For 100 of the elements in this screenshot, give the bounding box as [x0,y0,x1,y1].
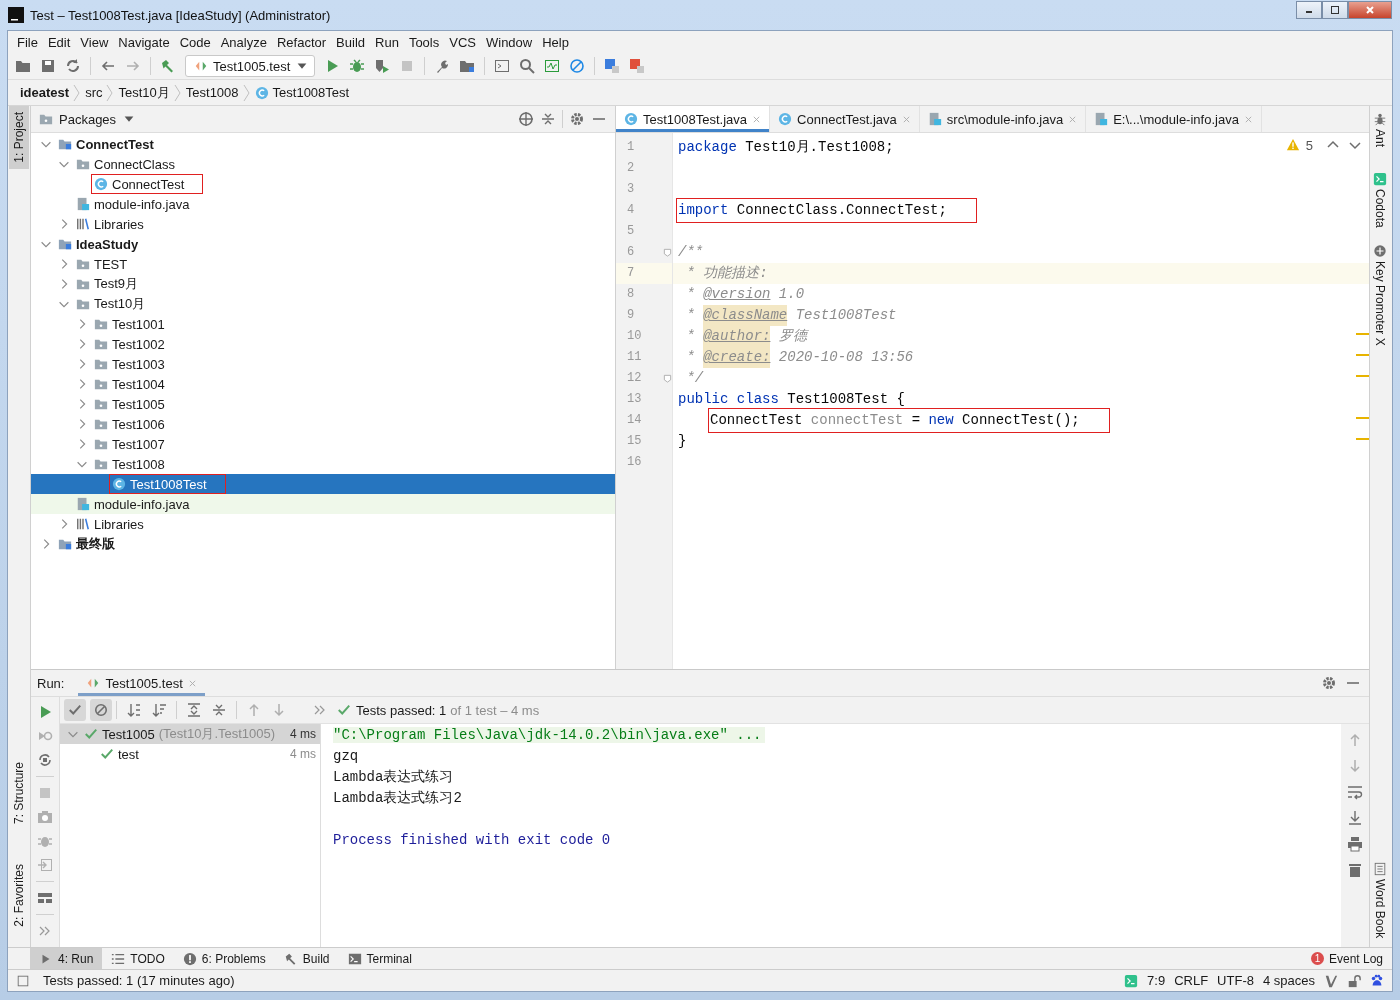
tool-window-tab[interactable]: Terminal [338,948,421,969]
close-window-button[interactable] [1348,1,1392,19]
tree-item[interactable]: Test1003 [31,354,615,374]
square-icon[interactable] [16,973,30,988]
close-icon[interactable] [752,114,762,124]
tree-item[interactable]: Test1002 [31,334,615,354]
run-tab[interactable]: Test1005.test [78,670,205,696]
stop-icon[interactable] [37,785,53,801]
save-icon[interactable] [40,58,56,74]
fold-icon[interactable] [663,374,672,383]
target-icon[interactable] [518,111,534,127]
menu-item[interactable]: Build [331,34,370,50]
run-configuration-dropdown[interactable]: Test1005.test [185,55,315,77]
tool-window-tab[interactable]: Build [274,948,339,969]
tool-window-tab[interactable]: Ant [1373,112,1387,147]
show-ignored-button[interactable] [90,699,112,721]
import-icon[interactable] [37,857,53,873]
minimize-window-button[interactable] [1296,1,1322,19]
tree-item[interactable]: TEST [31,254,615,274]
translate-icon[interactable] [604,58,620,74]
tree-item[interactable]: Test1007 [31,434,615,454]
down-arrow-icon[interactable] [271,702,287,718]
show-passed-button[interactable] [64,699,86,721]
tree-item[interactable]: Test1008Test [31,474,615,494]
close-icon[interactable] [187,678,197,688]
warning-marker[interactable] [1356,417,1369,419]
tree-item[interactable]: 最终版 [31,534,615,554]
debug-icon[interactable] [349,58,365,74]
print-icon[interactable] [1347,836,1363,852]
tree-item[interactable]: ConnectClass [31,154,615,174]
warning-marker[interactable] [1356,375,1369,377]
test-tree-item[interactable]: Test1005 (Test10月.Test1005) 4 ms [60,724,320,744]
settings-icon[interactable] [1321,675,1337,691]
tree-item[interactable]: Libraries [31,514,615,534]
maximize-window-button[interactable] [1322,1,1348,19]
hammer-icon[interactable] [160,58,176,74]
menu-item[interactable]: Navigate [113,34,175,50]
unlock-icon[interactable] [1347,973,1361,988]
tool-window-tab[interactable]: 1: Project [9,106,29,169]
window-icon[interactable] [494,58,510,74]
tree-item[interactable]: Test1005 [31,394,615,414]
tool-window-tab[interactable]: 7: Structure [9,756,29,831]
tree-item[interactable]: ConnectTest [31,134,615,154]
status-item[interactable]: CRLF [1174,973,1209,988]
tool-window-tab[interactable]: Codota [1373,172,1387,228]
breadcrumb-item[interactable]: ideatest [20,85,70,100]
down-arrow-icon[interactable] [1347,758,1363,774]
warning-marker[interactable] [1356,333,1369,335]
editor-tab[interactable]: ConnectTest.java [770,106,920,132]
camera-icon[interactable] [37,809,53,825]
search-icon[interactable] [519,58,535,74]
refresh-icon[interactable] [37,752,53,768]
menu-item[interactable]: Window [480,34,538,50]
tool-window-tab[interactable]: Word Book [1373,862,1387,939]
trash-icon[interactable] [1347,862,1363,878]
tree-item[interactable]: IdeaStudy [31,234,615,254]
warning-marker[interactable] [1356,438,1369,440]
close-icon[interactable] [1068,114,1078,124]
status-item[interactable]: UTF-8 [1217,973,1254,988]
paw-icon[interactable] [1370,973,1384,988]
layout-icon[interactable] [37,890,53,906]
tool-window-tab[interactable]: 2: Favorites [9,858,29,933]
block-icon[interactable] [569,58,585,74]
tree-item[interactable]: Test9月 [31,274,615,294]
editor-tab[interactable]: E:\...\module-info.java [1086,106,1262,132]
tool-window-tab[interactable]: Key Promoter X [1373,244,1387,346]
stop-icon[interactable] [399,58,415,74]
sort-alpha-icon[interactable] [126,702,142,718]
collapse-icon[interactable] [211,702,227,718]
editor-tab[interactable]: Test1008Test.java [616,106,771,132]
sync-icon[interactable] [65,58,81,74]
tree-item[interactable]: Test1008 [31,454,615,474]
test-tree-item[interactable]: test 4 ms [60,744,320,764]
warning-marker[interactable] [1356,354,1369,356]
tree-item[interactable]: Libraries [31,214,615,234]
editor-tab[interactable]: src\module-info.java [919,106,1087,132]
menu-item[interactable]: Refactor [271,34,332,50]
check-mark-icon[interactable] [1324,973,1338,988]
close-icon[interactable] [1243,114,1253,124]
view-selector[interactable]: Packages [59,111,117,127]
menu-item[interactable]: Code [174,34,216,50]
tree-item[interactable]: Test1004 [31,374,615,394]
chart-icon[interactable] [544,58,560,74]
warning-count[interactable]: 5 [1305,137,1313,153]
sort-icon[interactable] [151,702,167,718]
menu-item[interactable]: Run [370,34,404,50]
tree-item[interactable]: module-info.java [31,494,615,514]
menu-item[interactable]: Analyze [215,34,272,50]
close-icon[interactable] [901,114,911,124]
tree-item[interactable]: ConnectTest [31,174,615,194]
tool-window-tab[interactable]: 6: Problems [173,948,275,969]
tree-item[interactable]: Test10月 [31,294,615,314]
folder-open-icon[interactable] [15,58,31,74]
event-log-tab[interactable]: 1 Event Log [1301,948,1392,969]
tree-item[interactable]: Test1006 [31,414,615,434]
breadcrumb-item[interactable]: Test10月 [118,83,170,102]
status-item[interactable]: 7:9 [1147,973,1166,988]
collapse-icon[interactable] [540,111,556,127]
breadcrumb-item[interactable]: src [85,85,103,100]
tool-window-tab[interactable]: 4: Run [30,948,103,969]
